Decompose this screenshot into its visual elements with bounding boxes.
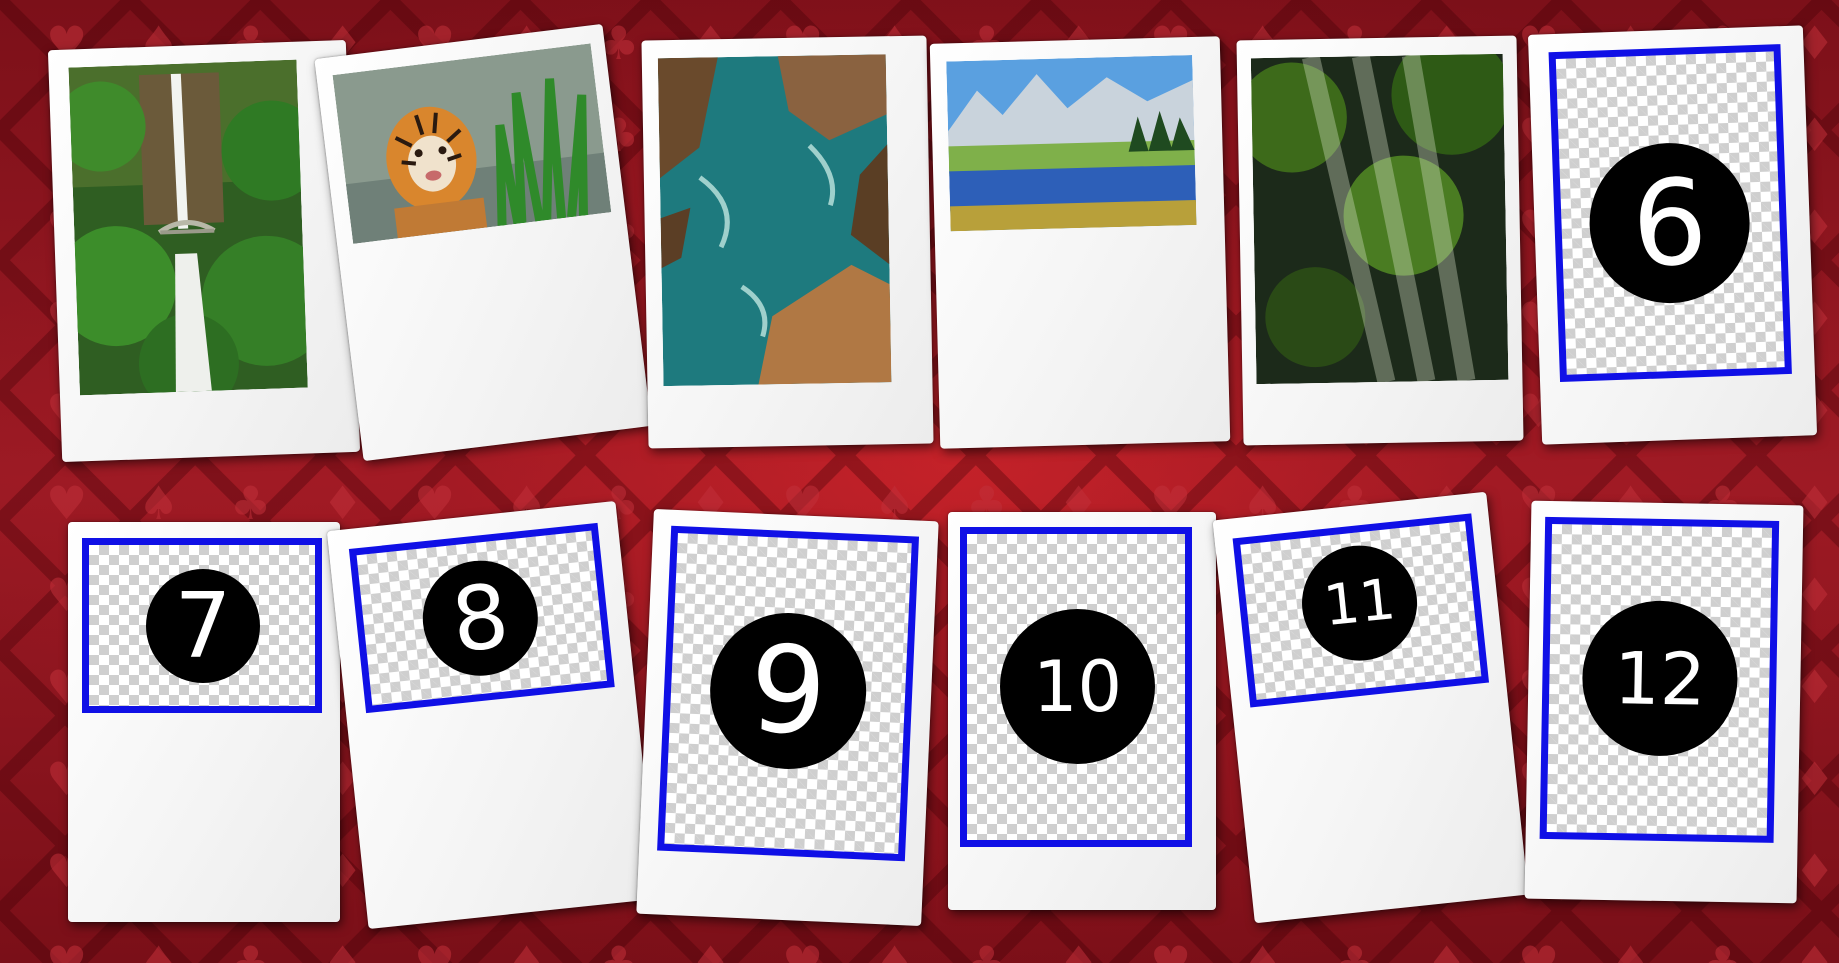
ocean-rocks-photo — [657, 54, 892, 387]
suit-glyph-icon: ♦ — [322, 936, 364, 963]
suit-glyph-icon: ♥ — [414, 936, 456, 963]
card-10[interactable]: 10 — [948, 512, 1216, 910]
card-11[interactable]: 11 — [1212, 491, 1529, 924]
card-12[interactable]: 12 — [1524, 500, 1804, 904]
card-2[interactable] — [314, 23, 652, 462]
suit-glyph-icon: ♦ — [1058, 936, 1100, 963]
forest-sunrays-photo — [1250, 53, 1509, 385]
suit-glyph-icon: ♦ — [322, 476, 364, 530]
suit-glyph-icon: ♥ — [46, 476, 88, 530]
suit-glyph-icon: ♣ — [966, 936, 1008, 963]
suit-glyph-icon: ♠ — [1610, 936, 1652, 963]
card-3[interactable] — [641, 35, 934, 449]
suit-glyph-icon: ♦ — [1794, 936, 1836, 963]
suit-glyph-icon: ♥ — [782, 936, 824, 963]
tiger-photo — [332, 43, 612, 244]
suit-glyph-icon: ♣ — [598, 936, 640, 963]
card-5[interactable] — [1236, 35, 1524, 446]
suit-glyph-icon: ♠ — [874, 936, 916, 963]
suit-glyph-icon: ♣ — [1702, 936, 1744, 963]
card-9[interactable]: 9 — [636, 508, 939, 927]
suit-glyph-icon: ♥ — [1150, 936, 1192, 963]
suit-glyph-icon: ♠ — [1242, 936, 1284, 963]
suit-glyph-icon: ♦ — [1794, 844, 1836, 898]
card-8[interactable]: 8 — [326, 500, 658, 930]
suit-glyph-icon: ♦ — [1426, 936, 1468, 963]
card-7[interactable]: 7 — [68, 522, 340, 922]
suit-glyph-icon: ♣ — [230, 476, 272, 530]
number-badge: 7 — [146, 569, 260, 683]
game-board: ♥♠♣♦♥♠♣♦♥♠♣♦♥♠♣♦♥♠♣♦♥♠♣♦♥♠♣♦♥♠♣♦♥♠♣♦♥♠♣♦… — [0, 0, 1839, 963]
card-4[interactable] — [929, 36, 1231, 449]
mountain-lake-photo — [946, 55, 1197, 232]
suit-glyph-icon: ♠ — [138, 476, 180, 530]
card-6[interactable]: 6 — [1527, 25, 1818, 445]
suit-glyph-icon: ♠ — [138, 936, 180, 963]
card-1[interactable] — [47, 39, 361, 463]
suit-glyph-icon: ♥ — [46, 936, 88, 963]
waterfall-photo — [68, 59, 308, 396]
number-badge: 10 — [1000, 609, 1155, 764]
suit-glyph-icon: ♦ — [690, 936, 732, 963]
suit-glyph-icon: ♠ — [506, 936, 548, 963]
suit-glyph-icon: ♣ — [230, 936, 272, 963]
suit-glyph-icon: ♣ — [1334, 936, 1376, 963]
suit-glyph-icon: ♥ — [1518, 936, 1560, 963]
suit-glyph-icon: ♦ — [1794, 752, 1836, 806]
